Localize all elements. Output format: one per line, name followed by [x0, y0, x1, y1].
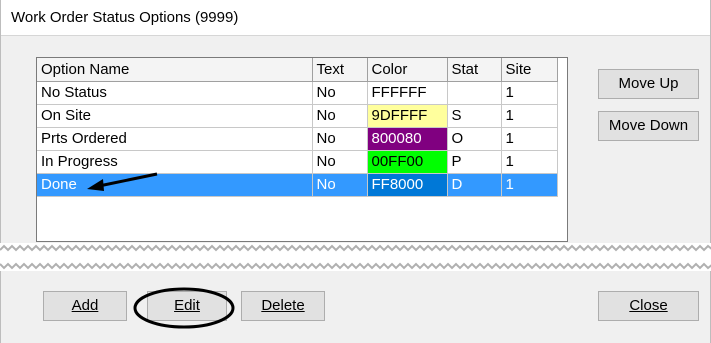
column-header-text[interactable]: Text [312, 58, 368, 82]
site-cell: 1 [501, 173, 558, 197]
annotation-highlight-oval-icon [133, 287, 235, 329]
stat-cell: O [447, 127, 502, 151]
table-row[interactable]: On Site No 9DFFFF S 1 [37, 104, 558, 128]
color-cell: 9DFFFF [367, 104, 448, 128]
annotation-arrow-icon [87, 172, 158, 191]
option-name-cell: No Status [37, 81, 313, 105]
color-cell: 800080 [367, 127, 448, 151]
title-bar: Work Order Status Options (9999) [1, 0, 710, 36]
option-name-cell: Done [37, 173, 313, 197]
option-name-cell: Prts Ordered [37, 127, 313, 151]
option-name-cell: In Progress [37, 150, 313, 174]
site-cell: 1 [501, 104, 558, 128]
stat-cell [447, 81, 502, 105]
status-options-grid[interactable]: Option Name Text Color Stat Site No Stat… [36, 57, 568, 242]
delete-button-label: Delete [261, 297, 305, 314]
site-cell: 1 [501, 127, 558, 151]
color-cell: 00FF00 [367, 150, 448, 174]
column-header-option-name[interactable]: Option Name [37, 58, 313, 82]
column-header-stat[interactable]: Stat [447, 58, 502, 82]
column-header-color[interactable]: Color [367, 58, 448, 82]
site-cell: 1 [501, 150, 558, 174]
close-button-label: Close [629, 297, 668, 314]
color-cell: FFFFFF [367, 81, 448, 105]
table-row[interactable]: Prts Ordered No 800080 O 1 [37, 127, 558, 151]
color-cell: FF8000 [367, 173, 448, 197]
text-cell: No [312, 104, 368, 128]
stat-cell: P [447, 150, 502, 174]
table-row[interactable]: In Progress No 00FF00 P 1 [37, 150, 558, 174]
add-button[interactable]: Add [43, 291, 127, 321]
text-cell: No [312, 173, 368, 197]
add-button-label: Add [71, 297, 99, 314]
close-button[interactable]: Close [598, 291, 699, 321]
torn-edge-divider [0, 243, 711, 271]
option-name-cell: On Site [37, 104, 313, 128]
header-row: Option Name Text Color Stat Site [37, 58, 558, 82]
text-cell: No [312, 81, 368, 105]
site-cell: 1 [501, 81, 558, 105]
move-down-button[interactable]: Move Down [598, 111, 699, 141]
table-row[interactable]: No Status No FFFFFF 1 [37, 81, 558, 105]
column-header-site[interactable]: Site [501, 58, 558, 82]
text-cell: No [312, 150, 368, 174]
stat-cell: S [447, 104, 502, 128]
stat-cell: D [447, 173, 502, 197]
text-cell: No [312, 127, 368, 151]
delete-button[interactable]: Delete [241, 291, 325, 321]
move-up-button[interactable]: Move Up [598, 69, 699, 99]
work-order-status-options-window: Work Order Status Options (9999) Option … [0, 0, 711, 343]
window-title: Work Order Status Options (9999) [11, 9, 239, 26]
